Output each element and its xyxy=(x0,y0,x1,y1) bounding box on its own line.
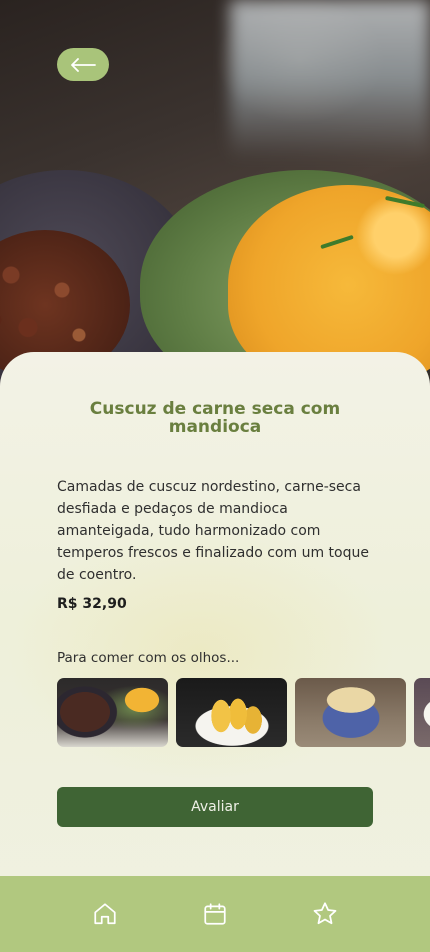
back-button[interactable] xyxy=(57,48,109,81)
nav-favorites[interactable] xyxy=(310,899,340,929)
gallery-photo[interactable] xyxy=(414,678,430,747)
gallery-photo[interactable] xyxy=(176,678,287,747)
gallery-photo[interactable] xyxy=(295,678,406,747)
dish-title: Cuscuz de carne seca com mandioca xyxy=(89,399,341,437)
gallery-photo[interactable] xyxy=(57,678,168,747)
calendar-icon xyxy=(204,903,226,925)
arrow-left-icon xyxy=(71,57,96,72)
photo-gallery[interactable] xyxy=(57,678,430,748)
bottom-navigation xyxy=(0,876,430,952)
home-icon xyxy=(94,903,116,925)
dish-price: R$ 32,90 xyxy=(57,596,127,612)
dish-detail-card: Cuscuz de carne seca com mandioca Camada… xyxy=(0,352,430,952)
rate-button[interactable]: Avaliar xyxy=(57,787,373,827)
hero-background xyxy=(230,0,430,160)
dish-description: Camadas de cuscuz nordestino, carne-seca… xyxy=(57,479,369,583)
star-icon xyxy=(313,902,337,925)
nav-calendar[interactable] xyxy=(200,899,230,929)
gallery-title: Para comer com os olhos... xyxy=(57,650,240,666)
nav-home[interactable] xyxy=(90,899,120,929)
